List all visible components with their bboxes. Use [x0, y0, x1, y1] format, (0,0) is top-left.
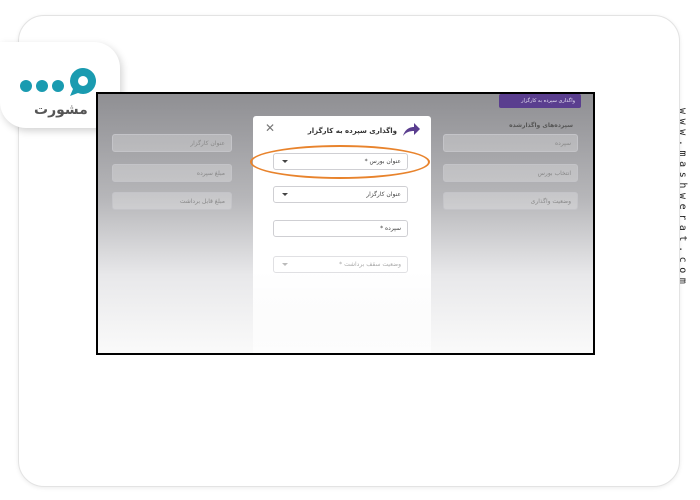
withdraw-limit-status-label: وضعیت سقف برداشت * [339, 261, 401, 268]
section-heading: سپرده‌های واگذارشده [509, 122, 573, 129]
bg-field-broker: عنوان کارگزار [112, 134, 232, 152]
bg-field-status: وضعیت واگذاری [443, 192, 578, 210]
site-url-text: www.mashwerat.com [677, 108, 688, 289]
assign-deposit-button[interactable]: واگذاری سپرده به کارگزار [499, 94, 581, 108]
chevron-down-icon [282, 263, 288, 266]
screenshot-panel: واگذاری سپرده به کارگزار سپرده‌های واگذا… [96, 92, 595, 355]
bg-field-exchange: انتخاب بورس [443, 164, 578, 182]
bg-field-withdrawable: مبلغ قابل برداشت [112, 192, 232, 210]
broker-title-select[interactable]: عنوان کارگزار [273, 186, 408, 203]
deposit-label: سپرده * [380, 225, 401, 232]
bg-field-deposit-amount: مبلغ سپرده [112, 164, 232, 182]
speech-bubble-dots-logo-icon [20, 68, 96, 96]
screenshot-content: واگذاری سپرده به کارگزار سپرده‌های واگذا… [98, 94, 593, 353]
close-icon[interactable]: ✕ [265, 121, 275, 135]
bg-field-deposit: سپرده [443, 134, 578, 152]
deposit-input[interactable]: سپرده * [273, 220, 408, 237]
chevron-down-icon [282, 193, 288, 196]
highlight-ring [250, 145, 430, 179]
broker-title-label: عنوان کارگزار [366, 191, 401, 198]
logo-text: مشورت [34, 102, 88, 118]
forward-arrow-icon [403, 123, 420, 136]
dialog-title: واگذاری سپرده به کارگزار [307, 127, 397, 135]
withdraw-limit-status-select[interactable]: وضعیت سقف برداشت * [273, 256, 408, 273]
